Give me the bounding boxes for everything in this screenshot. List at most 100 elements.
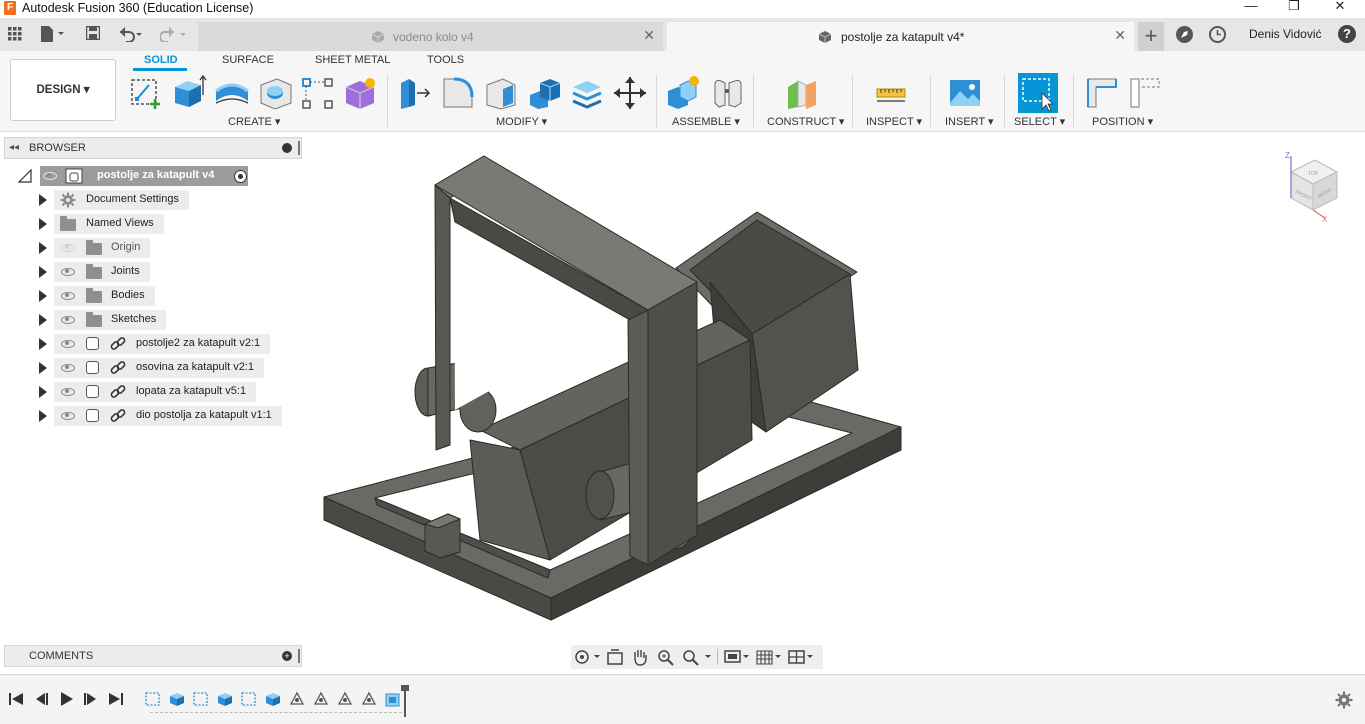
browser-item[interactable]: dio postolja za katapult v1:1 xyxy=(36,405,296,427)
timeline-component-icon[interactable] xyxy=(384,690,402,708)
timeline-sketch-icon[interactable] xyxy=(144,690,162,708)
visibility-eye-icon[interactable] xyxy=(61,292,75,300)
tab-solid[interactable]: SOLID xyxy=(144,54,178,66)
capture-position-icon[interactable] xyxy=(1084,75,1120,111)
zoom-icon[interactable] xyxy=(656,648,676,666)
tab-surface[interactable]: SURFACE xyxy=(222,54,274,66)
expand-triangle-icon[interactable] xyxy=(39,242,47,254)
maximize-button[interactable]: ❐ xyxy=(1279,0,1309,14)
collapse-triangle-icon[interactable] xyxy=(18,169,32,183)
shell-icon[interactable] xyxy=(569,75,605,111)
inspect-menu[interactable]: INSPECT ▾ xyxy=(866,115,922,128)
browser-item[interactable]: Document Settings xyxy=(36,189,296,211)
browser-root-row[interactable]: postolje za katapult v4 xyxy=(18,165,258,187)
visibility-eye-icon[interactable] xyxy=(61,316,75,324)
visibility-eye-icon[interactable] xyxy=(61,412,75,420)
go-to-end-icon[interactable] xyxy=(108,691,124,707)
browser-item[interactable]: osovina za katapult v2:1 xyxy=(36,357,296,379)
timeline-extrude-icon[interactable] xyxy=(168,690,186,708)
expand-triangle-icon[interactable] xyxy=(39,386,47,398)
panel-pin-icon[interactable] xyxy=(298,141,300,155)
expand-triangle-icon[interactable] xyxy=(39,362,47,374)
offset-plane-icon[interactable] xyxy=(784,75,820,111)
browser-menu-icon[interactable] xyxy=(282,143,292,153)
browser-item[interactable]: Joints xyxy=(36,261,296,283)
modify-menu[interactable]: MODIFY ▾ xyxy=(496,115,547,128)
timeline-sketch-icon[interactable] xyxy=(192,690,210,708)
close-button[interactable]: ✕ xyxy=(1325,0,1355,14)
expand-triangle-icon[interactable] xyxy=(39,266,47,278)
visibility-eye-icon[interactable] xyxy=(43,172,57,180)
visibility-eye-icon[interactable] xyxy=(61,388,75,396)
select-menu[interactable]: SELECT ▾ xyxy=(1014,115,1065,128)
browser-item[interactable]: Named Views xyxy=(36,213,296,235)
revert-position-icon[interactable] xyxy=(1127,75,1163,111)
tab-close-icon[interactable]: ✕ xyxy=(643,27,655,44)
tab-sheet-metal[interactable]: SHEET METAL xyxy=(315,54,390,66)
expand-triangle-icon[interactable] xyxy=(39,410,47,422)
assemble-menu[interactable]: ASSEMBLE ▾ xyxy=(672,115,740,128)
insert-menu[interactable]: INSERT ▾ xyxy=(945,115,994,128)
select-icon[interactable] xyxy=(1018,73,1058,113)
measure-icon[interactable] xyxy=(873,75,909,111)
create-sketch-icon[interactable] xyxy=(129,75,165,111)
zoom-window-icon[interactable] xyxy=(681,648,713,666)
visibility-eye-icon[interactable] xyxy=(61,364,75,372)
timeline-joint-icon[interactable] xyxy=(360,690,378,708)
browser-item[interactable]: Sketches xyxy=(36,309,296,331)
timeline-joint-icon[interactable] xyxy=(288,690,306,708)
save-icon[interactable] xyxy=(85,25,101,41)
fillet-icon[interactable] xyxy=(440,75,476,111)
chamfer-icon[interactable] xyxy=(483,75,519,111)
timeline-extrude-icon[interactable] xyxy=(264,690,282,708)
rectangular-pattern-icon[interactable] xyxy=(299,75,335,111)
user-name[interactable]: Denis Vidović xyxy=(1249,27,1321,41)
tab-vodeno-kolo[interactable]: vodeno kolo v4 ✕ xyxy=(198,22,663,51)
app-grid-icon[interactable] xyxy=(8,27,22,41)
tab-close-icon[interactable]: ✕ xyxy=(1114,27,1126,44)
create-form-icon[interactable] xyxy=(342,75,378,111)
revolve-icon[interactable] xyxy=(214,75,250,111)
press-pull-icon[interactable] xyxy=(397,75,433,111)
expand-triangle-icon[interactable] xyxy=(39,314,47,326)
model-canvas[interactable] xyxy=(306,133,1365,673)
timeline-sketch-icon[interactable] xyxy=(240,690,258,708)
browser-item[interactable]: postolje2 za katapult v2:1 xyxy=(36,333,296,355)
new-component-icon[interactable] xyxy=(666,75,702,111)
visibility-eye-icon[interactable] xyxy=(61,340,75,348)
move-copy-icon[interactable] xyxy=(612,75,648,111)
step-back-icon[interactable] xyxy=(33,691,49,707)
insert-image-icon[interactable] xyxy=(947,75,983,111)
pan-hand-icon[interactable] xyxy=(630,648,650,666)
add-comment-icon[interactable]: + xyxy=(282,651,292,661)
position-menu[interactable]: POSITION ▾ xyxy=(1092,115,1153,128)
undo-icon[interactable] xyxy=(118,26,142,43)
file-menu-icon[interactable] xyxy=(40,26,64,42)
expand-triangle-icon[interactable] xyxy=(39,290,47,302)
browser-item[interactable]: Bodies xyxy=(36,285,296,307)
expand-triangle-icon[interactable] xyxy=(39,338,47,350)
panel-pin-icon[interactable] xyxy=(298,649,300,663)
browser-item[interactable]: Origin xyxy=(36,237,296,259)
extensions-icon[interactable] xyxy=(1176,26,1193,43)
visibility-eye-icon[interactable] xyxy=(61,244,75,252)
display-settings-icon[interactable] xyxy=(723,648,751,666)
activate-radio-icon[interactable] xyxy=(234,170,247,183)
redo-icon[interactable] xyxy=(159,26,190,43)
combine-icon[interactable] xyxy=(526,75,562,111)
collapse-panel-icon[interactable]: ◂◂ xyxy=(9,142,19,153)
look-at-icon[interactable] xyxy=(605,648,625,666)
help-icon[interactable]: ? xyxy=(1338,25,1356,43)
browser-item[interactable]: lopata za katapult v5:1 xyxy=(36,381,296,403)
construct-menu[interactable]: CONSTRUCT ▾ xyxy=(767,115,844,128)
workspace-switcher[interactable]: DESIGN ▾ xyxy=(10,59,116,121)
add-tab-button[interactable]: + xyxy=(1138,22,1164,51)
timeline-marker[interactable] xyxy=(401,685,409,717)
tab-tools[interactable]: TOOLS xyxy=(427,54,464,66)
view-cube[interactable]: TOP FRONT RIGHT Z X xyxy=(1281,148,1345,224)
joint-icon[interactable] xyxy=(709,75,745,111)
expand-triangle-icon[interactable] xyxy=(39,218,47,230)
orbit-icon[interactable] xyxy=(573,648,601,666)
create-menu[interactable]: CREATE ▾ xyxy=(228,115,280,128)
expand-triangle-icon[interactable] xyxy=(39,194,47,206)
